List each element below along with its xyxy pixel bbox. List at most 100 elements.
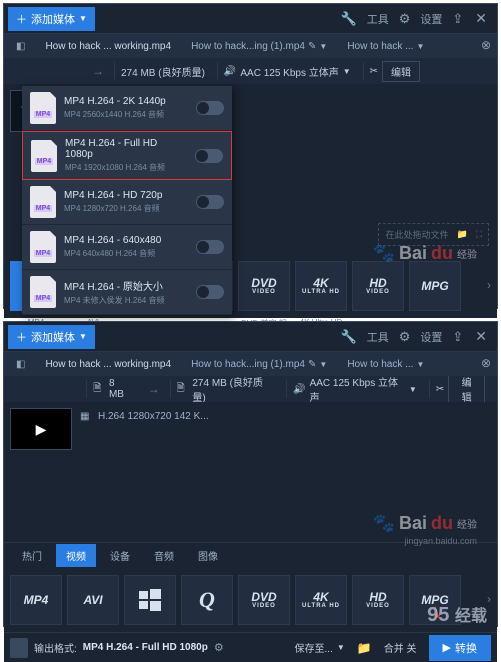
format-tile-mp4[interactable]: MP4 <box>10 575 62 625</box>
format-tile-wmv[interactable] <box>124 575 176 625</box>
size-segment: 🗎8 MB <box>86 380 137 398</box>
format-logo: HDVIDEO <box>366 591 390 609</box>
format-tile-mpg[interactable]: MPG <box>409 261 461 311</box>
settings-label[interactable]: 设置 <box>416 11 446 27</box>
add-media-button[interactable]: ＋ 添加媒体 ▼ <box>8 325 95 349</box>
toggle-switch[interactable] <box>196 195 224 209</box>
file-tab-1[interactable]: How to hack ... working.mp4 <box>39 39 177 54</box>
merge-toggle[interactable]: 合并 关 <box>378 637 423 658</box>
edit-button[interactable]: 编辑 <box>382 61 420 82</box>
preset-title: MP4 H.264 - 640x480 <box>64 235 188 246</box>
category-tab-popular[interactable]: 热门 <box>12 544 52 567</box>
audio-segment[interactable]: 🔊 AAC 125 Kbps 立体声 ▼ <box>217 62 357 80</box>
pencil-icon[interactable]: ✎ <box>308 41 316 52</box>
preset-title: MP4 H.264 - HD 720p <box>64 190 188 201</box>
output-format-label: 输出格式: <box>34 640 77 655</box>
output-format-value[interactable]: MP4 H.264 - Full HD 1080p <box>83 642 208 653</box>
audio-segment[interactable]: 🔊AAC 125 Kbps 立体声▼ <box>286 380 423 398</box>
toggle-switch[interactable] <box>196 240 224 254</box>
collapse-icon[interactable]: ◧ <box>10 359 31 370</box>
folder-icon[interactable]: 📁 <box>456 229 467 240</box>
format-tile-mpg[interactable]: MPG <box>409 575 461 625</box>
tools-label[interactable]: 工具 <box>363 329 393 345</box>
preset-title: MP4 H.264 - 原始大小 <box>64 278 188 293</box>
chevron-down-icon[interactable]: ▼ <box>319 42 327 51</box>
video-thumbnail[interactable]: ▶ <box>10 408 72 450</box>
pencil-icon[interactable]: ✎ <box>308 359 316 370</box>
file-icon: MP4 <box>30 276 56 308</box>
format-logo: DVDVIDEO <box>251 277 276 295</box>
file-tab-3[interactable]: How to hack ...▼ <box>341 357 430 372</box>
settings-label[interactable]: 设置 <box>416 329 446 345</box>
format-tile-hd[interactable]: HDVIDEO <box>352 261 404 311</box>
preset-title: MP4 H.264 - 2K 1440p <box>64 96 188 107</box>
share-icon[interactable]: ⇪ <box>446 11 469 27</box>
chevron-down-icon[interactable]: ▼ <box>416 360 424 369</box>
document-icon: 🗎 <box>93 381 105 398</box>
save-to-button[interactable]: 保存至...▼ <box>289 637 351 658</box>
close-circle-icon[interactable]: ⊗ <box>481 38 491 52</box>
edit-segment[interactable]: ✂编辑 <box>429 380 491 398</box>
wrench-icon[interactable]: 🔧 <box>335 329 363 345</box>
close-circle-icon[interactable]: ⊗ <box>481 356 491 370</box>
tools-label[interactable]: 工具 <box>363 11 393 27</box>
format-logo: HDVIDEO <box>366 277 390 295</box>
edit-segment[interactable]: ✂ 编辑 <box>363 62 426 80</box>
file-icon: MP4 <box>30 231 56 263</box>
format-tile-hd[interactable]: HDVIDEO <box>352 575 404 625</box>
format-logo: MPG <box>421 594 448 606</box>
preset-item-720p[interactable]: MP4 MP4 H.264 - HD 720pMP4 1280x720 H.26… <box>22 180 232 225</box>
add-media-label: 添加媒体 <box>31 11 75 27</box>
drop-zone[interactable]: 在此处拖动文件 📁 ⛶ <box>378 223 489 246</box>
preset-sub: MP4 未修入侯发 H.264 音频 <box>64 295 188 306</box>
preset-item-640[interactable]: MP4 MP4 H.264 - 640x480MP4 640x480 H.264… <box>22 225 232 270</box>
chevron-down-icon: ▼ <box>409 385 417 394</box>
format-tile-dvd[interactable]: DVDVIDEO <box>238 575 290 625</box>
chevron-right-icon[interactable]: › <box>483 278 495 292</box>
document-icon <box>10 638 28 658</box>
chevron-right-icon[interactable]: › <box>483 592 495 606</box>
format-tile-4k[interactable]: 4KULTRA HD <box>295 575 347 625</box>
add-media-button[interactable]: ＋ 添加媒体 ▼ <box>8 7 95 31</box>
gear-icon[interactable]: ⚙ <box>393 329 417 345</box>
file-tab-2[interactable]: How to hack...ing (1).mp4✎▼ <box>185 357 333 372</box>
file-tab-label: How to hack...ing (1).mp4 <box>191 41 305 52</box>
file-tab-label: How to hack ... <box>347 359 413 370</box>
toggle-switch[interactable] <box>195 149 223 163</box>
chevron-down-icon[interactable]: ▼ <box>319 360 327 369</box>
speaker-icon: 🔊 <box>293 384 305 395</box>
wrench-icon[interactable]: 🔧 <box>335 11 363 27</box>
file-tab-2[interactable]: How to hack...ing (1).mp4 ✎ ▼ <box>185 39 333 54</box>
format-tile-4k[interactable]: 4KULTRA HD <box>295 261 347 311</box>
chevron-down-icon: ▼ <box>79 14 87 23</box>
category-tab-image[interactable]: 图像 <box>188 544 228 567</box>
file-tab-1[interactable]: How to hack ... working.mp4 <box>39 357 177 372</box>
category-tab-audio[interactable]: 音频 <box>144 544 184 567</box>
preset-item-1080p[interactable]: MP4 MP4 H.264 - Full HD 1080pMP4 1920x10… <box>22 131 232 180</box>
share-icon[interactable]: ⇪ <box>446 329 469 345</box>
format-tile-mov[interactable]: Q <box>181 575 233 625</box>
format-tile-avi[interactable]: AVI <box>67 575 119 625</box>
close-icon[interactable]: ✕ <box>469 10 493 27</box>
preset-item-2k[interactable]: MP4 MP4 H.264 - 2K 1440pMP4 2560x1440 H.… <box>22 86 232 131</box>
collapse-icon[interactable]: ◧ <box>10 41 31 52</box>
toggle-switch[interactable] <box>196 285 224 299</box>
gear-icon[interactable]: ⚙ <box>214 641 224 654</box>
preset-item-original[interactable]: MP4 MP4 H.264 - 原始大小 MP4 未修入侯发 H.264 音频 <box>22 270 232 315</box>
convert-button[interactable]: ▶转换 <box>429 635 491 661</box>
folder-icon[interactable]: 📁 <box>357 641 372 655</box>
watermark-url: jingyan.baidu.com <box>404 536 477 546</box>
gear-icon[interactable]: ⚙ <box>393 11 417 27</box>
file-tab-3[interactable]: How to hack ... ▼ <box>341 39 430 54</box>
toggle-switch[interactable] <box>196 101 224 115</box>
format-tile-dvd[interactable]: DVDVIDEO <box>238 261 290 311</box>
expand-icon[interactable]: ⛶ <box>476 229 482 240</box>
category-tab-video[interactable]: 视频 <box>56 544 96 567</box>
drop-hint: 在此处拖动文件 <box>385 228 448 241</box>
chevron-down-icon[interactable]: ▼ <box>416 42 424 51</box>
close-icon[interactable]: ✕ <box>469 328 493 345</box>
scissors-icon: ✂ <box>436 384 444 395</box>
info-icon: ▦ <box>80 411 92 422</box>
preset-title: MP4 H.264 - Full HD 1080p <box>65 138 187 160</box>
category-tab-device[interactable]: 设备 <box>100 544 140 567</box>
